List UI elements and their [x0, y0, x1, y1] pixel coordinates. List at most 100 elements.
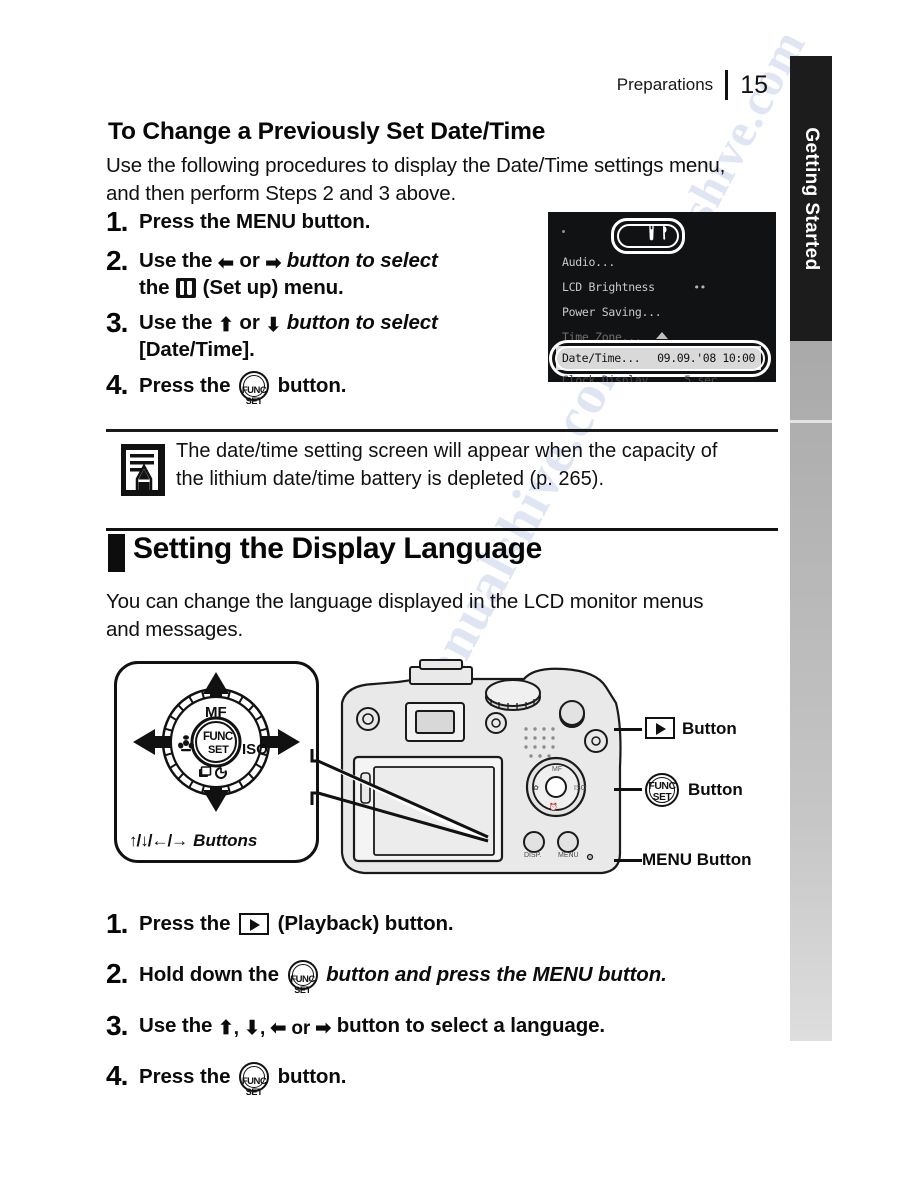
- func-set-icon: FUNC SET: [239, 371, 270, 406]
- svg-text:✿: ✿: [533, 785, 539, 792]
- chapter-tab-scan-line: [790, 420, 832, 423]
- step-text: Press the FUNC SET button.: [139, 1062, 347, 1097]
- dial-label-iso: ISO: [242, 741, 268, 758]
- step-text-part: Hold down the: [139, 963, 279, 986]
- callout-line-funcset: [614, 788, 642, 791]
- step-text-or: or: [239, 311, 260, 334]
- func-set-icon-bottom: SET: [245, 1087, 263, 1097]
- dial-label-mf: MF: [205, 704, 227, 721]
- lcd-menu-label: Audio...: [562, 255, 615, 269]
- arrow-left-icon: ⬅: [217, 253, 234, 274]
- step-number: 2.: [106, 958, 128, 989]
- step-text: Press the MENU button.: [139, 210, 371, 233]
- step-text-part: the: [139, 276, 170, 299]
- dial-caption-label: Buttons: [193, 831, 258, 850]
- func-set-icon: FUNC SET: [645, 773, 679, 807]
- dial-caption-arrows: ↑/↓/←/→: [129, 831, 188, 850]
- step-item: 3. Use the ⬆ or ⬇ button to select [Date…: [106, 309, 526, 363]
- callout-label-menu: MENU Button: [642, 850, 752, 869]
- step-text-part: button.: [277, 1065, 347, 1088]
- section-a-steps: 1. Press the MENU button. 2. Use the ⬅ o…: [106, 208, 526, 407]
- step-text-part: Use the: [139, 249, 213, 272]
- callout-label-funcset: Button: [688, 780, 743, 799]
- memo-note-icon: [121, 444, 165, 496]
- func-set-icon-bottom: SET: [294, 985, 311, 995]
- lcd-menu-item: Power Saving...: [562, 305, 768, 330]
- playback-icon: [645, 717, 675, 739]
- control-dial-diagram: MF ISO FUNC SET ↑/↓/←/→ Buttons: [114, 661, 319, 863]
- lcd-menu-item: LCD Brightness ••: [562, 280, 768, 305]
- camera-menu-label: MENU: [558, 852, 579, 859]
- svg-text:MF: MF: [552, 766, 562, 773]
- running-head-divider: [725, 70, 729, 100]
- playback-icon: [239, 913, 270, 935]
- step-text: Press the (Playback) button.: [139, 910, 454, 937]
- note-divider: [106, 429, 778, 432]
- svg-text:ISO: ISO: [574, 785, 587, 792]
- arrow-right-icon: ➡: [265, 253, 282, 274]
- func-set-icon: FUNC SET: [239, 1062, 270, 1097]
- step-text-part: Use the: [139, 311, 213, 334]
- step-number: 3.: [106, 307, 128, 338]
- step-item: 2. Hold down the FUNC SET button and pre…: [106, 958, 806, 996]
- step-text-or: or: [239, 249, 260, 272]
- section-a-intro-line2: and then perform Steps 2 and 3 above.: [106, 182, 457, 205]
- step-text-part: (Playback) button.: [277, 912, 454, 935]
- chapter-tab-label: Getting Started: [801, 126, 822, 271]
- note-text: The date/time setting screen will appear…: [176, 437, 776, 493]
- camera-disp-label: DISP.: [524, 852, 541, 859]
- step-number: 4.: [106, 1060, 128, 1091]
- page-number: 15: [740, 70, 768, 99]
- setup-wrench-icon: [649, 226, 667, 241]
- step-text-part: Press the: [139, 912, 231, 935]
- step-number: 3.: [106, 1010, 128, 1041]
- lcd-selection-highlight-ring: [549, 340, 771, 377]
- step-number: 1.: [106, 908, 128, 939]
- step-item: 3. Use the ⬆, ⬇, ⬅ or ➡ button to select…: [106, 1012, 806, 1040]
- section-a-intro-line1: Use the following procedures to display …: [106, 154, 726, 177]
- step-text-part: [Date/Time].: [139, 338, 255, 361]
- step-text: Hold down the FUNC SET button and press …: [139, 960, 667, 995]
- callout-line-menu: [614, 859, 642, 862]
- step-item: 4. Press the FUNC SET button.: [106, 371, 526, 407]
- step-number: 1.: [106, 206, 128, 237]
- section-b-intro-line2: and messages.: [106, 618, 244, 641]
- func-set-icon: FUNC SET: [287, 960, 318, 995]
- note-line1: The date/time setting screen will appear…: [176, 440, 718, 462]
- step-text: Use the ⬆ or ⬇ button to select [Date/Ti…: [139, 309, 438, 363]
- running-head-section: Preparations: [616, 75, 714, 94]
- step-item: 4. Press the FUNC SET button.: [106, 1060, 806, 1098]
- step-text-part: Press the: [139, 1065, 231, 1088]
- note-line2: the lithium date/time battery is deplete…: [176, 468, 605, 490]
- step-text-part: Use the: [139, 1014, 213, 1037]
- dial-center-func: FUNC: [203, 731, 233, 743]
- step-text-part: (Set up) menu.: [202, 276, 344, 299]
- camera-back-illustration: MF ISO ✿ ⏰ DISP. MENU: [340, 659, 622, 875]
- setup-menu-icon: [176, 278, 197, 298]
- lcd-menu-value: ••: [693, 281, 706, 294]
- chapter-tab: Getting Started: [790, 56, 832, 341]
- section-b-steps: 1. Press the (Playback) button. 2. Hold …: [106, 910, 806, 1098]
- func-set-icon-bottom: SET: [652, 792, 672, 803]
- section-b-divider: [106, 528, 778, 531]
- step-text: Use the ⬅ or ➡ button to select the (Set…: [139, 247, 438, 301]
- step-item: 1. Press the (Playback) button.: [106, 910, 806, 938]
- lcd-menu-label: Clock Display: [562, 373, 649, 382]
- section-b-heading: Setting the Display Language: [133, 532, 542, 565]
- step-text-part: Press the: [139, 374, 231, 397]
- step-number: 2.: [106, 245, 128, 276]
- step-text-part: button to select: [286, 249, 438, 272]
- lcd-menu-value: 5 sec.: [684, 373, 724, 382]
- func-set-icon-top: FUNC: [648, 780, 676, 792]
- step-text: Use the ⬆, ⬇, ⬅ or ➡ button to select a …: [139, 1012, 605, 1039]
- section-a-heading: To Change a Previously Set Date/Time: [108, 118, 546, 145]
- lcd-menu-label: LCD Brightness: [562, 280, 655, 294]
- svg-text:⏰: ⏰: [549, 802, 558, 811]
- callout-label-playback: Button: [682, 719, 737, 738]
- direction-arrows-icon: ⬆, ⬇, ⬅ or ➡: [217, 1018, 332, 1039]
- step-text-part: button to select: [286, 311, 438, 334]
- running-head: Preparations 15: [617, 70, 768, 100]
- section-b-intro-line1: You can change the language displayed in…: [106, 590, 704, 613]
- lcd-menu-item: Clock Display 5 sec.: [562, 373, 768, 382]
- step-item: 1. Press the MENU button.: [106, 208, 526, 236]
